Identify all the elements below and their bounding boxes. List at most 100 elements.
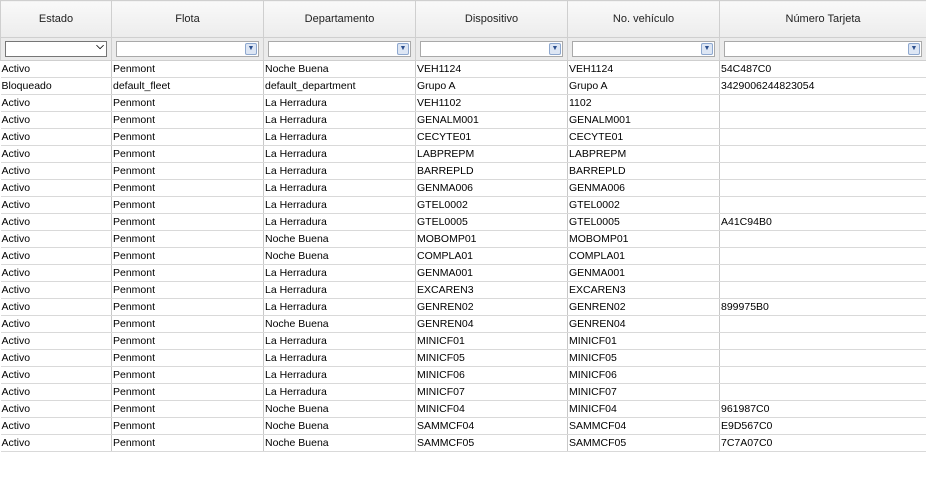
cell-flota: Penmont [111, 366, 264, 384]
table-row[interactable]: Activo Penmont La Herradura MINICF07 MINICF0… [0, 383, 926, 401]
flota-filter-select[interactable]: ▼ [116, 41, 259, 57]
chevron-down-icon: ▼ [397, 43, 409, 55]
cell-flota: Penmont [111, 383, 264, 401]
column-header-flota[interactable]: Flota [111, 0, 264, 38]
cell-dispositivo: MINICF04 [415, 400, 568, 418]
cell-flota: Penmont [111, 298, 264, 316]
cell-numero-tarjeta [719, 94, 926, 112]
cell-numero-tarjeta [719, 196, 926, 214]
table-row[interactable]: Activo Penmont La Herradura VEH1102 1102 [0, 94, 926, 112]
table-row[interactable]: Activo Penmont La Herradura CECYTE01 CECYTE0… [0, 128, 926, 146]
cell-numero-tarjeta: A41C94B0 [719, 213, 926, 231]
cell-dispositivo: GTEL0002 [415, 196, 568, 214]
cell-departamento: La Herradura [263, 94, 416, 112]
cell-numero-tarjeta [719, 332, 926, 350]
column-header-no-vehiculo[interactable]: No. vehículo [567, 0, 720, 38]
filter-cell-flota: ▼ [111, 37, 264, 61]
table-row[interactable]: Activo Penmont Noche Buena MOBOMP01 MOBOMP01 [0, 230, 926, 248]
cell-flota: Penmont [111, 417, 264, 435]
column-header-estado[interactable]: Estado [0, 0, 112, 38]
cell-flota: Penmont [111, 247, 264, 265]
table-row[interactable]: Activo Penmont La Herradura GENMA001 GENMA00… [0, 264, 926, 282]
table-row[interactable]: Activo Penmont Noche Buena VEH1124 VEH1124 54… [0, 60, 926, 78]
chevron-down-icon: ⌵ [96, 41, 104, 52]
table-row[interactable]: Activo Penmont La Herradura GTEL0005 GTEL000… [0, 213, 926, 231]
table-row[interactable]: Activo Penmont Noche Buena SAMMCF05 SAMMCF05… [0, 434, 926, 452]
cell-numero-tarjeta [719, 315, 926, 333]
cell-dispositivo: EXCAREN3 [415, 281, 568, 299]
table-row[interactable]: Activo Penmont Noche Buena GENREN04 GENREN04 [0, 315, 926, 333]
cell-dispositivo: SAMMCF04 [415, 417, 568, 435]
cell-numero-tarjeta [719, 366, 926, 384]
cell-no-vehiculo: MINICF05 [567, 349, 720, 367]
cell-dispositivo: MINICF07 [415, 383, 568, 401]
table-row[interactable]: Activo Penmont Noche Buena SAMMCF04 SAMMCF04… [0, 417, 926, 435]
cell-no-vehiculo: EXCAREN3 [567, 281, 720, 299]
cell-estado: Activo [0, 145, 112, 163]
cell-numero-tarjeta [719, 383, 926, 401]
cell-departamento: La Herradura [263, 281, 416, 299]
cell-departamento: Noche Buena [263, 417, 416, 435]
table-row[interactable]: Activo Penmont La Herradura EXCAREN3 EXCAREN… [0, 281, 926, 299]
table-row[interactable]: Activo Penmont La Herradura GENMA006 GENMA00… [0, 179, 926, 197]
table-row[interactable]: Activo Penmont La Herradura LABPREPM LABPREP… [0, 145, 926, 163]
cell-dispositivo: BARREPLD [415, 162, 568, 180]
cell-flota: Penmont [111, 94, 264, 112]
column-header-numero-tarjeta[interactable]: Número Tarjeta [719, 0, 926, 38]
cell-estado: Activo [0, 247, 112, 265]
cell-flota: Penmont [111, 213, 264, 231]
cell-numero-tarjeta [719, 145, 926, 163]
cell-departamento: default_department [263, 77, 416, 95]
cell-flota: Penmont [111, 315, 264, 333]
cell-departamento: La Herradura [263, 179, 416, 197]
cell-flota: Penmont [111, 332, 264, 350]
table-row[interactable]: Bloqueado default_fleet default_department… [0, 77, 926, 95]
cell-no-vehiculo: MINICF04 [567, 400, 720, 418]
departamento-filter-select[interactable]: ▼ [268, 41, 411, 57]
cell-estado: Activo [0, 196, 112, 214]
table-row[interactable]: Activo Penmont La Herradura GENALM001 GENALM… [0, 111, 926, 129]
cell-dispositivo: MINICF01 [415, 332, 568, 350]
cell-dispositivo: GENMA001 [415, 264, 568, 282]
cell-estado: Activo [0, 213, 112, 231]
cell-estado: Activo [0, 434, 112, 452]
column-header-departamento[interactable]: Departamento [263, 0, 416, 38]
cell-no-vehiculo: Grupo A [567, 77, 720, 95]
dispositivo-filter-select[interactable]: ▼ [420, 41, 563, 57]
cell-no-vehiculo: CECYTE01 [567, 128, 720, 146]
table-row[interactable]: Activo Penmont La Herradura GENREN02 GENREN0… [0, 298, 926, 316]
cell-no-vehiculo: MOBOMP01 [567, 230, 720, 248]
cell-flota: Penmont [111, 196, 264, 214]
cell-departamento: La Herradura [263, 332, 416, 350]
cell-estado: Activo [0, 230, 112, 248]
cell-no-vehiculo: LABPREPM [567, 145, 720, 163]
cell-flota: Penmont [111, 434, 264, 452]
table-row[interactable]: Activo Penmont La Herradura MINICF05 MINICF0… [0, 349, 926, 367]
cell-departamento: Noche Buena [263, 247, 416, 265]
numero-tarjeta-filter-select[interactable]: ▼ [724, 41, 922, 57]
cell-flota: Penmont [111, 111, 264, 129]
cell-no-vehiculo: MINICF06 [567, 366, 720, 384]
table-row[interactable]: Activo Penmont Noche Buena COMPLA01 COMPLA01 [0, 247, 926, 265]
cell-flota: default_fleet [111, 77, 264, 95]
column-header-dispositivo[interactable]: Dispositivo [415, 0, 568, 38]
chevron-down-icon: ▼ [908, 43, 920, 55]
cell-departamento: La Herradura [263, 196, 416, 214]
table-row[interactable]: Activo Penmont La Herradura BARREPLD BARREPL… [0, 162, 926, 180]
filter-cell-numero-tarjeta: ▼ [719, 37, 926, 61]
cell-numero-tarjeta [719, 128, 926, 146]
table-row[interactable]: Activo Penmont Noche Buena MINICF04 MINICF04… [0, 400, 926, 418]
estado-filter-select[interactable]: ⌵ [5, 41, 107, 57]
cell-estado: Bloqueado [0, 77, 112, 95]
cell-no-vehiculo: GENREN04 [567, 315, 720, 333]
cell-departamento: Noche Buena [263, 230, 416, 248]
table-row[interactable]: Activo Penmont La Herradura GTEL0002 GTEL000… [0, 196, 926, 214]
filter-row: ⌵ ▼ ▼ ▼ ▼ ▼ [0, 37, 926, 61]
cell-numero-tarjeta: E9D567C0 [719, 417, 926, 435]
cell-no-vehiculo: SAMMCF05 [567, 434, 720, 452]
table-row[interactable]: Activo Penmont La Herradura MINICF06 MINICF0… [0, 366, 926, 384]
table-row[interactable]: Activo Penmont La Herradura MINICF01 MINICF0… [0, 332, 926, 350]
no-vehiculo-filter-select[interactable]: ▼ [572, 41, 715, 57]
cell-estado: Activo [0, 315, 112, 333]
cell-estado: Activo [0, 111, 112, 129]
